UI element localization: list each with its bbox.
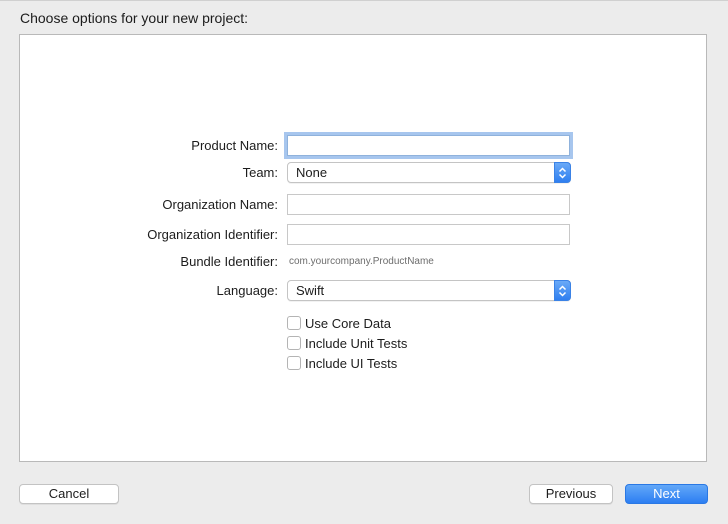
organization-name-field[interactable] bbox=[287, 194, 570, 215]
team-selected-value: None bbox=[296, 165, 328, 180]
bundle-identifier-label: Bundle Identifier: bbox=[180, 254, 278, 269]
use-core-data-option[interactable]: Use Core Data bbox=[287, 315, 391, 331]
organization-identifier-label: Organization Identifier: bbox=[147, 227, 278, 242]
include-unit-tests-option[interactable]: Include Unit Tests bbox=[287, 335, 407, 351]
include-ui-tests-label: Include UI Tests bbox=[305, 355, 398, 371]
organization-name-label: Organization Name: bbox=[162, 197, 278, 212]
previous-button[interactable]: Previous bbox=[529, 484, 613, 504]
use-core-data-checkbox[interactable] bbox=[287, 316, 301, 330]
include-ui-tests-option[interactable]: Include UI Tests bbox=[287, 355, 397, 371]
language-label: Language: bbox=[216, 283, 278, 298]
cancel-button[interactable]: Cancel bbox=[19, 484, 119, 504]
include-unit-tests-label: Include Unit Tests bbox=[305, 335, 408, 351]
organization-identifier-field[interactable] bbox=[287, 224, 570, 245]
include-unit-tests-checkbox[interactable] bbox=[287, 336, 301, 350]
product-name-field[interactable] bbox=[287, 135, 570, 156]
use-core-data-label: Use Core Data bbox=[305, 315, 391, 331]
language-popup[interactable]: Swift bbox=[287, 280, 571, 301]
include-ui-tests-checkbox[interactable] bbox=[287, 356, 301, 370]
next-button[interactable]: Next bbox=[625, 484, 708, 504]
chevron-up-down-icon bbox=[554, 280, 571, 301]
dialog-title: Choose options for your new project: bbox=[20, 10, 249, 26]
window-top-divider bbox=[0, 0, 728, 1]
bundle-identifier-value: com.yourcompany.ProductName bbox=[289, 256, 434, 267]
options-panel bbox=[19, 34, 707, 462]
team-label: Team: bbox=[242, 165, 278, 180]
team-popup[interactable]: None bbox=[287, 162, 571, 183]
language-selected-value: Swift bbox=[296, 283, 325, 298]
product-name-label: Product Name: bbox=[191, 138, 278, 153]
chevron-up-down-icon bbox=[554, 162, 571, 183]
